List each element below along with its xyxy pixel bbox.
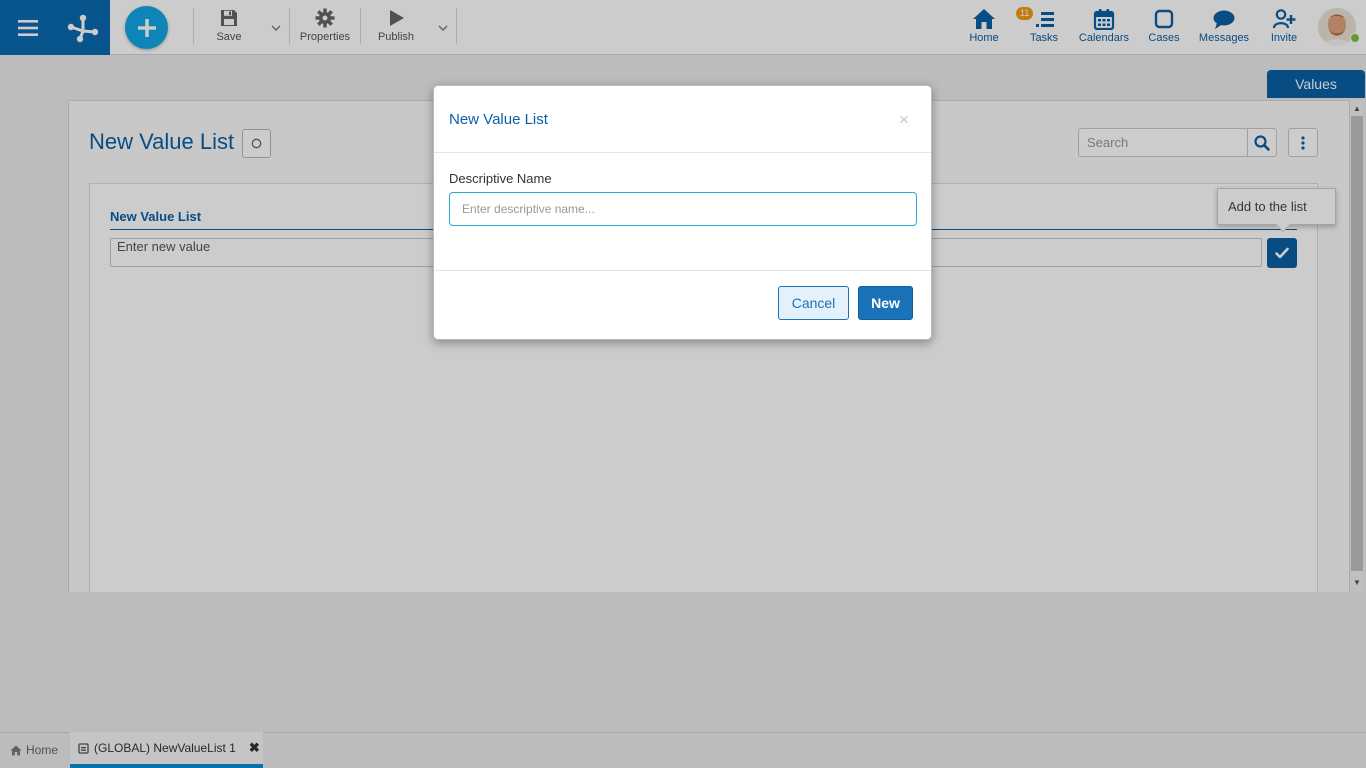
new-button[interactable]: New (858, 286, 913, 320)
dialog-footer-divider (434, 270, 931, 271)
new-value-list-dialog: New Value List × Descriptive Name Cancel… (433, 85, 932, 340)
dialog-title: New Value List (449, 111, 548, 128)
close-icon[interactable]: × (899, 110, 909, 130)
descriptive-name-input[interactable] (449, 192, 917, 226)
descriptive-name-label: Descriptive Name (449, 171, 552, 186)
cancel-button[interactable]: Cancel (778, 286, 849, 320)
dialog-header-divider (434, 152, 931, 153)
